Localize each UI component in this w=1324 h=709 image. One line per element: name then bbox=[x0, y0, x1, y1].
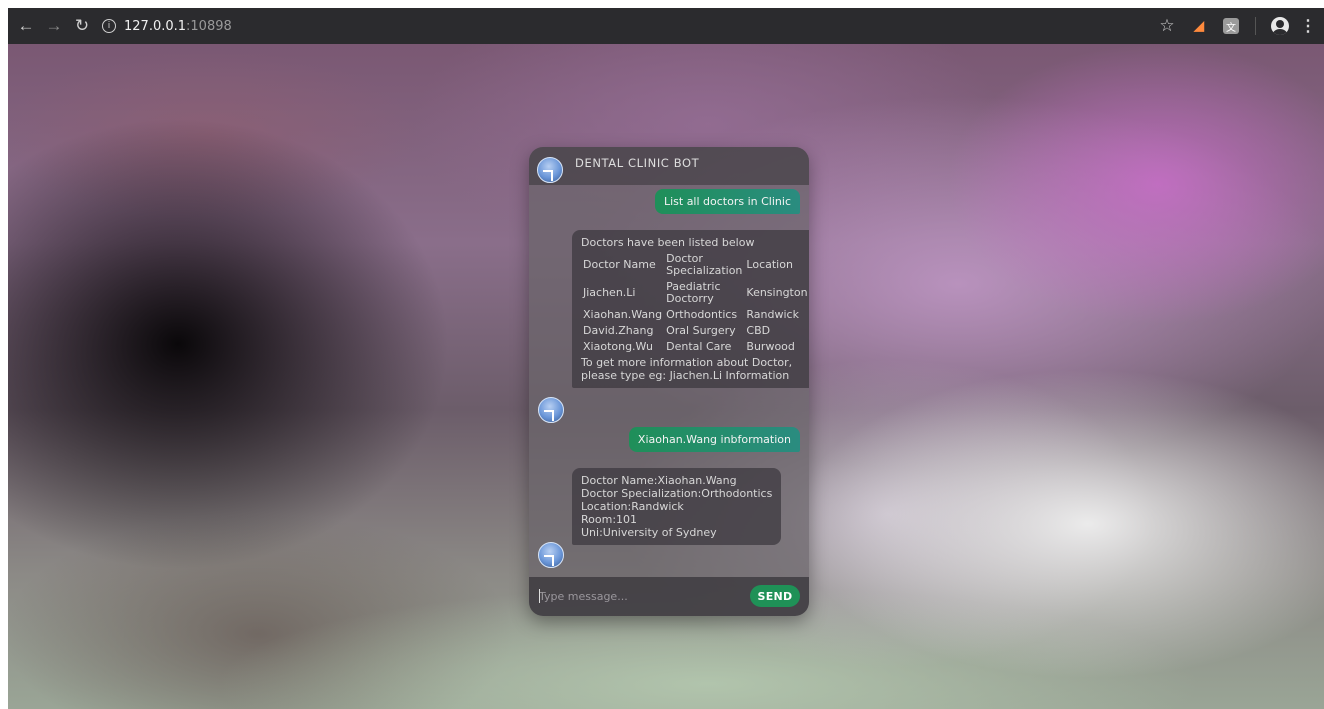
table-row: Xiaotong.Wu Dental Care Burwood bbox=[581, 339, 809, 355]
table-cell: Burwood bbox=[746, 340, 795, 353]
bot-avatar-icon bbox=[538, 542, 564, 568]
address-bar[interactable]: i 127.0.0.1:10898 bbox=[102, 19, 232, 34]
send-button[interactable]: SEND bbox=[750, 585, 800, 607]
bot-message-intro: Doctors have been listed below bbox=[581, 236, 755, 249]
back-arrow-icon[interactable]: ← bbox=[12, 12, 40, 40]
message-list[interactable]: List all doctors in Clinic Doctors have … bbox=[529, 185, 809, 577]
message-input-bar: SEND bbox=[529, 577, 809, 616]
bot-avatar-icon bbox=[538, 397, 564, 423]
table-header-row: Doctor Name Doctor Specialization Locati… bbox=[581, 251, 809, 279]
browser-window: ← → ↻ i 127.0.0.1:10898 ☆ ◢ 文 ⋮ DENTAL C… bbox=[8, 8, 1324, 709]
table-row: Xiaohan.Wang Orthodontics Randwick bbox=[581, 307, 809, 323]
message-input[interactable] bbox=[539, 590, 739, 603]
extension-fox-icon[interactable]: ◢ bbox=[1185, 12, 1213, 40]
extension-translate-icon[interactable]: 文 bbox=[1217, 12, 1245, 40]
reload-icon[interactable]: ↻ bbox=[68, 12, 96, 40]
table-row: Jiachen.Li Paediatric Doctorry Kensingto… bbox=[581, 279, 809, 307]
table-cell: Randwick bbox=[746, 308, 799, 321]
page-background: DENTAL CLINIC BOT List all doctors in Cl… bbox=[8, 44, 1324, 709]
table-cell: Dental Care bbox=[666, 340, 732, 353]
table-cell: Oral Surgery bbox=[666, 324, 736, 337]
bot-message: Doctor Name:Xiaohan.Wang Doctor Speciali… bbox=[572, 468, 782, 545]
doctors-table: Doctor Name Doctor Specialization Locati… bbox=[581, 251, 809, 355]
table-cell: Jiachen.Li bbox=[583, 286, 636, 299]
table-header-cell: Doctor Specialization bbox=[666, 252, 743, 277]
bot-avatar-icon bbox=[537, 157, 563, 183]
text-cursor bbox=[539, 589, 540, 603]
bot-message-line: Room:101 bbox=[581, 513, 638, 526]
kebab-menu-icon[interactable]: ⋮ bbox=[1298, 12, 1318, 40]
forward-arrow-icon[interactable]: → bbox=[40, 12, 68, 40]
table-cell: Xiaohan.Wang bbox=[583, 308, 663, 321]
table-cell: Orthodontics bbox=[666, 308, 738, 321]
bot-message-outro: To get more information about Doctor, pl… bbox=[581, 356, 793, 382]
profile-icon[interactable] bbox=[1266, 12, 1294, 40]
table-row: David.Zhang Oral Surgery CBD bbox=[581, 323, 809, 339]
table-cell: CBD bbox=[746, 324, 771, 337]
table-cell: Xiaotong.Wu bbox=[583, 340, 654, 353]
bot-message-line: Doctor Specialization:Orthodontics bbox=[581, 487, 773, 500]
bot-message-line: Uni:University of Sydney bbox=[581, 526, 717, 539]
chat-title: DENTAL CLINIC BOT bbox=[575, 156, 700, 170]
browser-toolbar: ← → ↻ i 127.0.0.1:10898 ☆ ◢ 文 ⋮ bbox=[8, 8, 1324, 44]
table-cell: Paediatric Doctorry bbox=[666, 280, 721, 305]
url-host: 127.0.0.1 bbox=[124, 18, 187, 34]
info-icon[interactable]: i bbox=[102, 19, 116, 33]
bot-message-line: Location:Randwick bbox=[581, 500, 684, 513]
table-header-cell: Doctor Name bbox=[583, 258, 656, 271]
user-message: Xiaohan.Wang inbformation bbox=[628, 427, 800, 452]
chat-window: DENTAL CLINIC BOT List all doctors in Cl… bbox=[529, 147, 809, 616]
bookmark-star-icon[interactable]: ☆ bbox=[1153, 12, 1181, 40]
table-header-cell: Location bbox=[746, 258, 793, 271]
bot-message: Doctors have been listed below Doctor Na… bbox=[572, 230, 809, 388]
user-message: List all doctors in Clinic bbox=[654, 189, 800, 214]
chat-header: DENTAL CLINIC BOT bbox=[529, 147, 809, 185]
bot-message-line: Doctor Name:Xiaohan.Wang bbox=[581, 474, 737, 487]
toolbar-separator bbox=[1255, 17, 1256, 35]
url-port: :10898 bbox=[186, 18, 232, 34]
table-cell: David.Zhang bbox=[583, 324, 654, 337]
table-cell: Kensington bbox=[746, 286, 808, 299]
